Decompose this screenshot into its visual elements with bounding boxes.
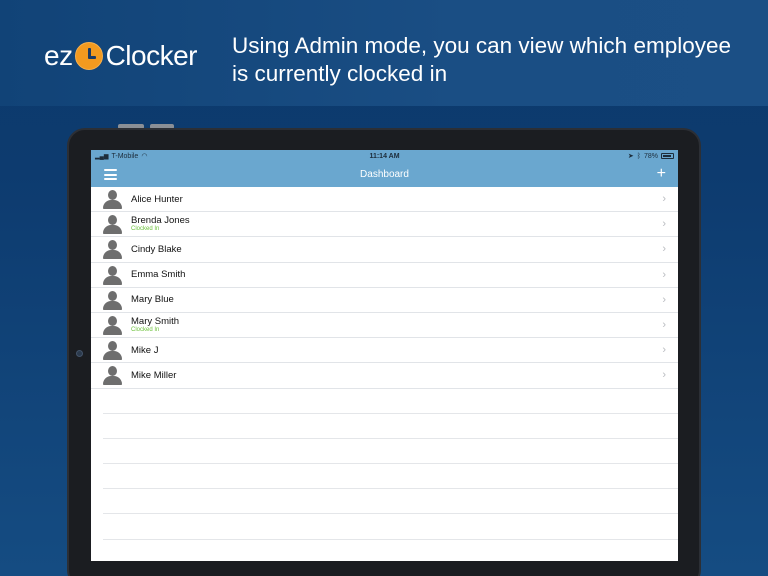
person-icon — [103, 366, 122, 386]
employee-name: Mary Blue — [131, 294, 174, 306]
employee-row[interactable]: Mary Blue › — [91, 288, 678, 313]
employee-info: Mary Blue — [131, 294, 174, 305]
employee-name: Brenda Jones — [131, 215, 190, 227]
person-icon — [103, 215, 122, 235]
employee-name: Mary Smith — [131, 316, 180, 328]
chevron-right-icon: › — [662, 268, 666, 281]
empty-row — [103, 514, 678, 540]
employee-row[interactable]: Mike Miller › — [91, 363, 678, 389]
status-time: 11:14 AM — [369, 152, 400, 160]
employee-name: Mike Miller — [131, 369, 177, 381]
logo-prefix: ez — [44, 40, 73, 71]
empty-row — [103, 540, 678, 561]
employee-name: Emma Smith — [131, 269, 186, 281]
person-icon — [103, 315, 122, 335]
employee-row[interactable]: Mary Smith Clocked In › — [91, 313, 678, 339]
chevron-right-icon: › — [662, 344, 666, 357]
chevron-right-icon: › — [662, 293, 666, 306]
status-bar: ▂▄▆ T-Mobile ◠ 11:14 AM ➤ ᛒ 78% — [91, 150, 678, 162]
empty-list-area — [91, 389, 678, 562]
employee-info: Mary Smith Clocked In — [131, 316, 179, 334]
employee-name: Cindy Blake — [131, 243, 182, 255]
employee-name: Mike J — [131, 344, 159, 356]
empty-row — [103, 464, 678, 490]
person-icon — [103, 341, 122, 361]
chevron-right-icon: › — [662, 218, 666, 231]
promo-banner: ez Clocker Using Admin mode, you can vie… — [0, 0, 768, 106]
employee-info: Mike J — [131, 345, 158, 356]
nav-bar: Dashboard + — [91, 162, 678, 187]
person-icon — [103, 290, 122, 310]
employee-row[interactable]: Emma Smith › — [91, 263, 678, 288]
empty-row — [103, 414, 678, 439]
chevron-right-icon: › — [662, 369, 666, 382]
employee-row[interactable]: Cindy Blake › — [91, 237, 678, 263]
employee-list: Alice Hunter › Brenda Jones Clocked In › Cind… — [91, 187, 678, 389]
battery-icon — [661, 153, 674, 159]
person-icon — [103, 240, 122, 260]
plus-icon[interactable]: + — [657, 165, 666, 183]
camera-icon — [76, 350, 83, 357]
hamburger-icon[interactable] — [104, 169, 117, 180]
clocked-in-status: Clocked In — [131, 327, 160, 334]
empty-row — [103, 489, 678, 515]
page-title: Dashboard — [360, 169, 409, 180]
ezclocker-logo: ez Clocker — [44, 38, 198, 74]
employee-row[interactable]: Mike J › — [91, 338, 678, 364]
employee-info: Mike Miller — [131, 370, 176, 381]
empty-row — [103, 439, 678, 465]
employee-info: Cindy Blake — [131, 244, 182, 255]
chevron-right-icon: › — [662, 318, 666, 331]
employee-row[interactable]: Alice Hunter › — [91, 187, 678, 213]
employee-info: Alice Hunter — [131, 194, 183, 205]
employee-info: Emma Smith — [131, 269, 185, 280]
employee-row[interactable]: Brenda Jones Clocked In › — [91, 212, 678, 238]
person-icon — [103, 265, 122, 285]
app-screen: ▂▄▆ T-Mobile ◠ 11:14 AM ➤ ᛒ 78% Dashboar… — [91, 150, 678, 561]
empty-row — [103, 389, 678, 414]
promo-tagline: Using Admin mode, you can view which emp… — [232, 33, 731, 86]
employee-name: Alice Hunter — [131, 193, 183, 205]
clock-icon — [74, 42, 103, 70]
chevron-right-icon: › — [662, 243, 666, 256]
logo-brand: Clocker — [105, 40, 198, 71]
employee-info: Brenda Jones Clocked In — [131, 215, 190, 233]
person-icon — [103, 190, 122, 209]
clocked-in-status: Clocked In — [131, 226, 160, 233]
chevron-right-icon: › — [662, 193, 666, 205]
